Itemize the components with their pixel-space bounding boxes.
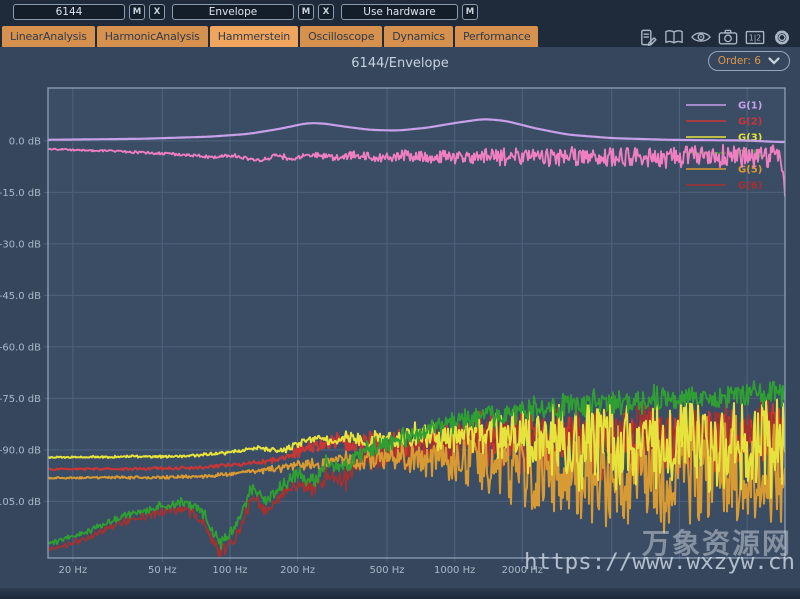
- settings-gear-icon[interactable]: [772, 27, 792, 47]
- plugin-analyzer-window: M X M X M LinearAnalysis HarmonicAnalysi…: [0, 0, 800, 599]
- plugin-a-x-button[interactable]: X: [149, 4, 165, 20]
- manual-book-icon[interactable]: [664, 27, 684, 47]
- svg-text:20 Hz: 20 Hz: [59, 565, 88, 576]
- top-bar: M X M X M: [0, 0, 800, 24]
- svg-text:2000 Hz: 2000 Hz: [502, 565, 543, 576]
- tab-performance[interactable]: Performance: [455, 26, 539, 47]
- svg-text:100 Hz: 100 Hz: [212, 565, 247, 576]
- svg-text:G(1): G(1): [738, 101, 762, 112]
- svg-text:G(6): G(6): [738, 181, 762, 192]
- svg-text:-15.0 dB: -15.0 dB: [0, 188, 41, 199]
- hardware-slot: M: [341, 4, 478, 20]
- tab-linearanalysis[interactable]: LinearAnalysis: [2, 26, 95, 47]
- hardware-m-button[interactable]: M: [462, 4, 478, 20]
- tab-bar: LinearAnalysis HarmonicAnalysis Hammerst…: [0, 24, 800, 47]
- plugin-b-field[interactable]: [172, 4, 294, 20]
- svg-text:-30.0 dB: -30.0 dB: [0, 239, 41, 250]
- svg-text:-90.0 dB: -90.0 dB: [0, 445, 41, 456]
- plugin-b-x-button[interactable]: X: [318, 4, 334, 20]
- svg-text:500 Hz: 500 Hz: [370, 565, 405, 576]
- ab-compare-icon[interactable]: 1|2: [745, 27, 765, 47]
- tab-oscilloscope[interactable]: Oscilloscope: [300, 26, 382, 47]
- svg-text:-45.0 dB: -45.0 dB: [0, 291, 41, 302]
- svg-text:-105.0 dB: -105.0 dB: [0, 497, 41, 508]
- svg-text:50 Hz: 50 Hz: [148, 565, 177, 576]
- svg-text:-75.0 dB: -75.0 dB: [0, 394, 41, 405]
- tab-hammerstein[interactable]: Hammerstein: [210, 26, 298, 47]
- eye-icon[interactable]: [691, 27, 711, 47]
- ab-compare-label: 1|2: [749, 33, 762, 42]
- plugin-slot-b: M X: [172, 4, 334, 20]
- plugin-a-field[interactable]: [13, 4, 125, 20]
- svg-text:1000 Hz: 1000 Hz: [434, 565, 475, 576]
- use-hardware-field[interactable]: [341, 4, 458, 20]
- camera-icon[interactable]: [718, 27, 738, 47]
- notes-icon[interactable]: [637, 27, 657, 47]
- chart-panel: 6144/Envelope Order: 6 0.0 dB-15.0 dB-30…: [0, 47, 800, 599]
- svg-text:G(2): G(2): [738, 117, 762, 128]
- svg-text:200 Hz: 200 Hz: [280, 565, 315, 576]
- plugin-a-m-button[interactable]: M: [129, 4, 145, 20]
- svg-text:-60.0 dB: -60.0 dB: [0, 342, 41, 353]
- plugin-slot-a: M X: [13, 4, 165, 20]
- tab-harmonicanalysis[interactable]: HarmonicAnalysis: [97, 26, 208, 47]
- spectrum-chart: 0.0 dB -15.0 dB -30.0 dB -45.0 dB -60.0 dB -7…: [0, 47, 800, 599]
- svg-text:0.0 dB: 0.0 dB: [9, 136, 41, 147]
- plugin-b-m-button[interactable]: M: [298, 4, 314, 20]
- window-bottom-edge: [0, 588, 800, 599]
- toolbar-icons: 1|2: [637, 27, 792, 47]
- tab-dynamics[interactable]: Dynamics: [384, 26, 453, 47]
